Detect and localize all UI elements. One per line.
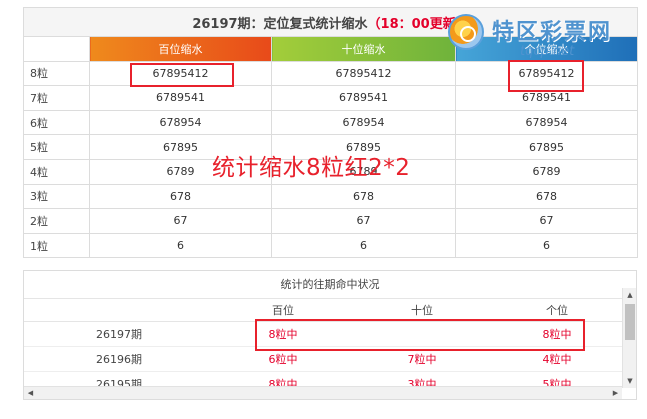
row-label: 4粒 — [23, 158, 90, 185]
vertical-scrollbar[interactable]: ▲ ▼ — [622, 288, 636, 388]
table-title: 26197期：定位复式统计缩水（18：00更新） — [22, 7, 639, 37]
cell-tens: 6 — [271, 232, 456, 259]
header-units: 个位缩水 — [454, 36, 639, 62]
hit-hundreds: 8粒中 — [214, 321, 352, 347]
hit-tens: 7粒中 — [352, 346, 492, 372]
cell-tens: 678954 — [271, 109, 456, 136]
cell-hundreds: 67 — [89, 208, 272, 234]
update-time: （18：00更新） — [367, 16, 469, 32]
cell-units: 678954 — [454, 109, 639, 136]
cell-hundreds: 6789541 — [89, 85, 272, 111]
header-period — [24, 299, 214, 322]
history-table: 百位 十位 个位 26197期 8粒中 8粒中 26196期 6粒中 7粒中 4… — [24, 299, 622, 397]
cell-units: 67895412 — [454, 60, 639, 87]
cell-hundreds: 678954 — [89, 109, 272, 136]
cell-tens: 6789541 — [271, 85, 456, 111]
cell-tens: 67895412 — [271, 60, 456, 87]
row-label: 1粒 — [23, 232, 90, 259]
cell-hundreds: 67895412 — [89, 60, 272, 87]
table-row: 3粒 678 678 678 — [23, 183, 639, 210]
scroll-up-icon[interactable]: ▲ — [623, 288, 636, 302]
row-label: 3粒 — [23, 183, 90, 210]
row-label: 7粒 — [23, 85, 90, 111]
cell-units: 678 — [454, 183, 639, 210]
horizontal-scrollbar[interactable]: ◀ ▶ — [24, 386, 622, 399]
period-cell: 26196期 — [24, 346, 214, 372]
table-row: 26196期 6粒中 7粒中 4粒中 — [24, 346, 622, 372]
header-hundreds: 百位 — [214, 299, 352, 322]
table-row: 1粒 6 6 6 — [23, 232, 639, 259]
table-row: 6粒 678954 678954 678954 — [23, 109, 639, 136]
row-label: 8粒 — [23, 60, 90, 87]
table-row: 2粒 67 67 67 — [23, 208, 639, 234]
annotation-text: 统计缩水8粒红2*2 — [212, 155, 411, 181]
hit-units: 8粒中 — [492, 321, 622, 347]
hit-tens — [352, 321, 492, 347]
table-row: 26197期 8粒中 8粒中 — [24, 321, 622, 347]
hit-units: 4粒中 — [492, 346, 622, 372]
cell-units: 6 — [454, 232, 639, 259]
row-label: 2粒 — [23, 208, 90, 234]
header-tens: 十位缩水 — [271, 36, 456, 62]
row-label: 6粒 — [23, 109, 90, 136]
history-hit-panel: 统计的往期命中状况 百位 十位 个位 26197期 8粒中 8粒中 26196期… — [23, 270, 637, 400]
title-text: 26197期：定位复式统计缩水 — [192, 16, 368, 32]
cell-hundreds: 678 — [89, 183, 272, 210]
hit-hundreds: 6粒中 — [214, 346, 352, 372]
cell-units: 6789541 — [454, 85, 639, 111]
table-row: 8粒 67895412 67895412 67895412 — [23, 60, 639, 87]
cell-tens: 67 — [271, 208, 456, 234]
scroll-right-icon[interactable]: ▶ — [609, 387, 622, 399]
cell-units: 67 — [454, 208, 639, 234]
cell-tens: 678 — [271, 183, 456, 210]
corner-cell — [23, 36, 90, 62]
header-units: 个位 — [492, 299, 622, 322]
cell-units: 6789 — [454, 158, 639, 185]
row-label: 5粒 — [23, 134, 90, 160]
cell-hundreds: 6 — [89, 232, 272, 259]
cell-units: 67895 — [454, 134, 639, 160]
scroll-down-icon[interactable]: ▼ — [623, 374, 636, 388]
scrollbar-thumb[interactable] — [625, 304, 635, 340]
shrink-stats-table: 26197期：定位复式统计缩水（18：00更新） 百位缩水 十位缩水 个位缩水 … — [22, 7, 639, 259]
header-hundreds: 百位缩水 — [89, 36, 272, 62]
panel-title: 统计的往期命中状况 — [24, 271, 636, 299]
scroll-left-icon[interactable]: ◀ — [24, 387, 37, 399]
period-cell: 26197期 — [24, 321, 214, 347]
header-tens: 十位 — [352, 299, 492, 322]
table-row: 7粒 6789541 6789541 6789541 — [23, 85, 639, 111]
